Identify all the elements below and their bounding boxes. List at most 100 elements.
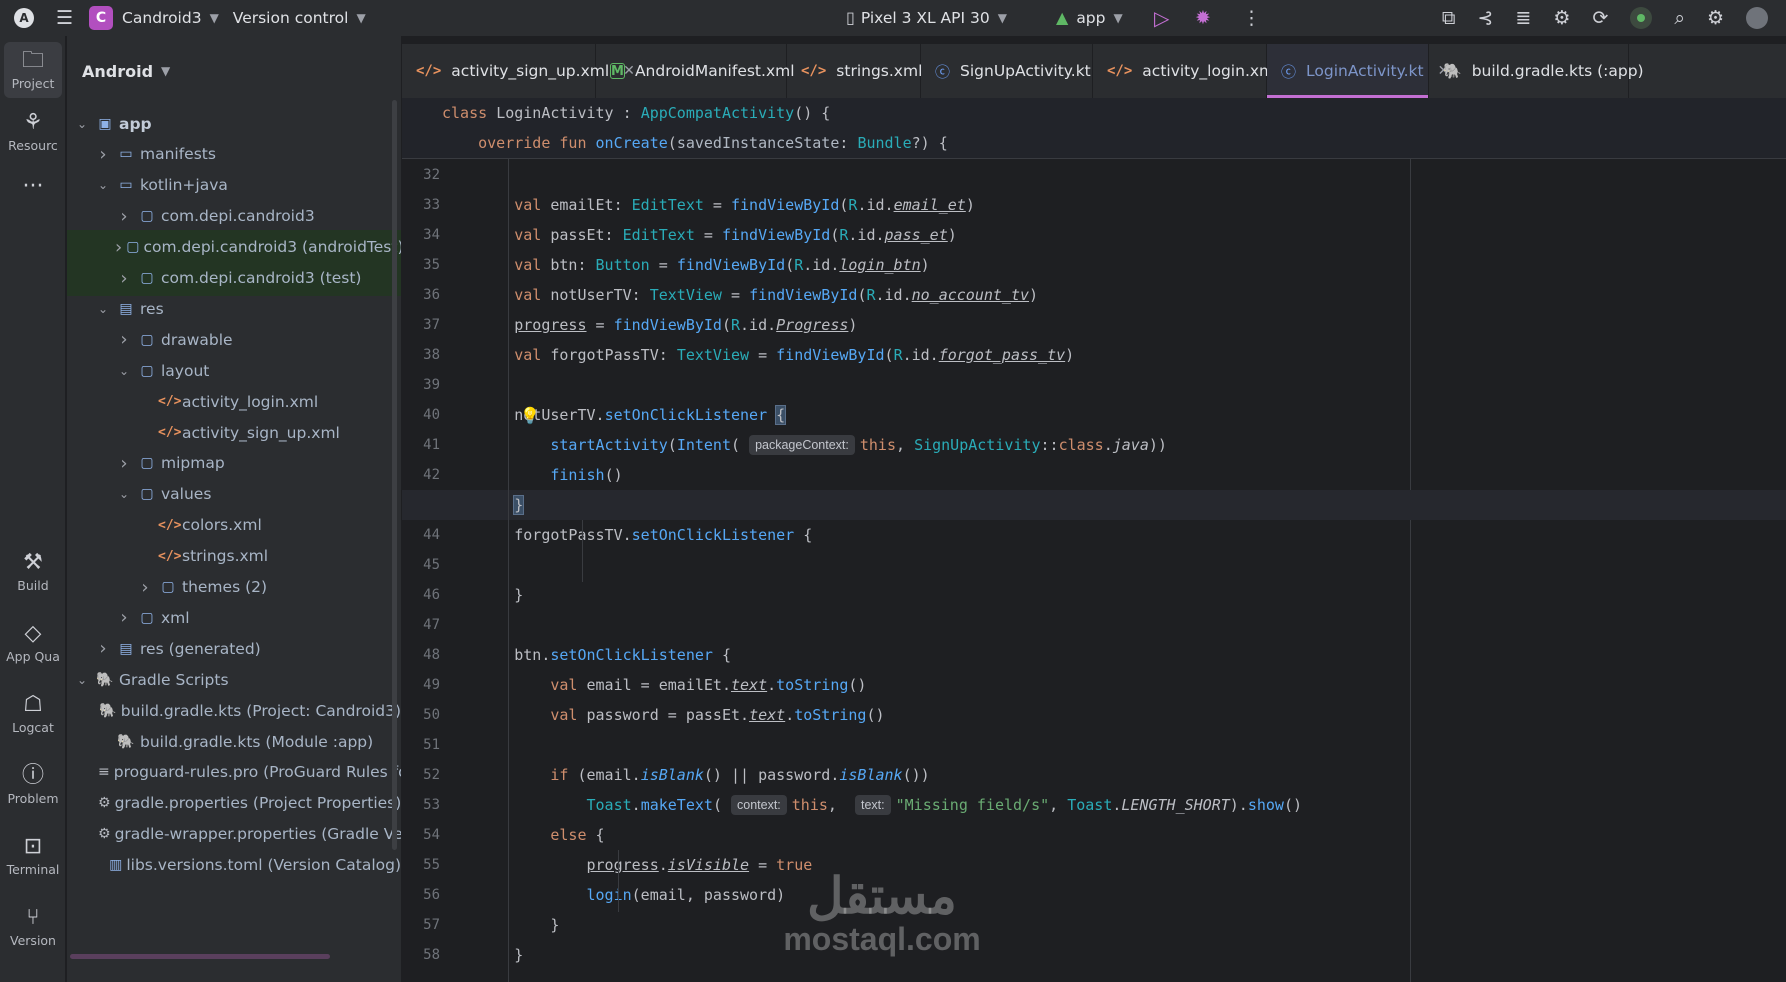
chevron-down-icon[interactable]: ⌄	[73, 117, 91, 131]
code-line[interactable]: btn.setOnClickListener {	[442, 640, 1786, 670]
code-line[interactable]: Toast.makeText( context: this, text: "Miss…	[442, 790, 1786, 820]
tree-item[interactable]: ⌄ ▢ layout	[67, 353, 401, 388]
tree-item[interactable]: </> activity_sign_up.xml	[67, 415, 401, 450]
code-line[interactable]: }	[442, 490, 1786, 520]
chevron-right-icon[interactable]: ›	[115, 329, 133, 350]
code-line[interactable]	[442, 610, 1786, 640]
code-line[interactable]: val notUserTV: TextView = findViewById(R…	[442, 280, 1786, 310]
chevron-right-icon[interactable]: ›	[94, 144, 112, 165]
code-line[interactable]	[442, 370, 1786, 400]
tree-item[interactable]: 🐘 build.gradle.kts (Project: Candroid3)	[67, 693, 401, 728]
tree-item[interactable]: › ▢ mipmap	[67, 446, 401, 481]
version-control-tool-button[interactable]: ⑂ Version	[0, 905, 66, 948]
tree-item[interactable]: ⌄ ▢ values	[67, 477, 401, 512]
code-line[interactable]: val emailEt: EditText = findViewById(R.i…	[442, 190, 1786, 220]
project-tool-button[interactable]: 🗀 Project	[4, 42, 62, 98]
search-icon[interactable]: ⌕	[1674, 8, 1685, 28]
run-button[interactable]: ▷	[1154, 0, 1169, 36]
code-line[interactable]	[442, 730, 1786, 760]
code-editor[interactable]: 1922323334353637383940414243444546474849…	[402, 98, 1786, 982]
tree-item[interactable]: </> colors.xml	[67, 508, 401, 543]
code-line[interactable]: }	[442, 910, 1786, 940]
code-line[interactable]: val password = passEt.text.toString()	[442, 700, 1786, 730]
tree-item[interactable]: ⌄ 🐘 Gradle Scripts	[67, 662, 401, 697]
code-line[interactable]: finish()	[442, 460, 1786, 490]
sticky-code-line[interactable]: override fun onCreate(savedInstanceState…	[442, 128, 1786, 158]
terminal-tool-button[interactable]: ⊡ Terminal	[0, 834, 66, 877]
tree-item[interactable]: ⚙gradle-wrapper.properties (Gradle Versi…	[67, 817, 401, 852]
tree-item[interactable]: ⌄ ▭ kotlin+java	[67, 168, 401, 203]
tree-item[interactable]: › ▢ com.depi.candroid3 (test)	[67, 260, 401, 296]
build-tool-button[interactable]: ⚒ Build	[0, 550, 66, 593]
tree-item[interactable]: › ▢ xml	[67, 600, 401, 635]
hamburger-menu-icon[interactable]: ☰	[56, 0, 73, 36]
project-horizontal-scrollbar[interactable]	[70, 954, 330, 959]
tree-item[interactable]: › ▤ res (generated)	[67, 631, 401, 666]
chevron-down-icon[interactable]: ⌄	[94, 302, 112, 316]
settings-icon[interactable]: ⚙	[1707, 8, 1724, 28]
tree-item[interactable]: ▥ libs.versions.toml (Version Catalog)	[67, 848, 401, 883]
version-control-menu[interactable]: Version control ▼	[233, 0, 366, 36]
editor-tab[interactable]: ⓒ SignUpActivity.kt	[921, 44, 1093, 98]
project-switcher[interactable]: C Candroid3 ▼	[89, 0, 219, 36]
tree-item[interactable]: ⌄ ▤ res	[67, 291, 401, 326]
tree-item[interactable]: ⌄ ▣ app	[67, 106, 401, 141]
more-tools-button[interactable]: ···	[0, 174, 66, 200]
code-line[interactable]: val btn: Button = findViewById(R.id.logi…	[442, 250, 1786, 280]
tree-item[interactable]: ≡proguard-rules.pro (ProGuard Rules for …	[67, 755, 401, 790]
resource-manager-tool-button[interactable]: ⚘ Resourc	[0, 110, 66, 153]
tree-item[interactable]: › ▢ drawable	[67, 322, 401, 357]
code-line[interactable]: val passEt: EditText = findViewById(R.id…	[442, 220, 1786, 250]
project-view-selector[interactable]: Android ▼	[67, 36, 401, 106]
editor-tab[interactable]: </> activity_login.xml	[1093, 44, 1278, 98]
android-studio-logo-icon[interactable]: A	[14, 0, 34, 36]
translate-icon[interactable]: ⊰	[1478, 8, 1494, 28]
chevron-right-icon[interactable]: ›	[136, 577, 154, 598]
device-mirroring-icon[interactable]: ⧉	[1442, 8, 1456, 28]
code-line[interactable]: login(email, password)	[442, 880, 1786, 910]
code-line[interactable]: progress.isVisible = true	[442, 850, 1786, 880]
device-selector[interactable]: ▯ Pixel 3 XL API 30 ▼	[846, 0, 1007, 36]
tree-item[interactable]: › ▢ com.depi.candroid3	[67, 199, 401, 234]
code-line[interactable]: if (email.isBlank() || password.isBlank(…	[442, 760, 1786, 790]
tree-item[interactable]: </> strings.xml	[67, 539, 401, 574]
code-line[interactable]: val email = emailEt.text.toString()	[442, 670, 1786, 700]
code-line[interactable]: forgotPassTV.setOnClickListener {	[442, 520, 1786, 550]
editor-tab[interactable]: </> strings.xml	[787, 44, 922, 98]
debug-button[interactable]: ✹	[1195, 0, 1211, 36]
code-line[interactable]: progress = findViewById(R.id.Progress)	[442, 310, 1786, 340]
chevron-down-icon[interactable]: ⌄	[115, 364, 133, 378]
project-vertical-scrollbar[interactable]	[392, 100, 397, 850]
tree-item[interactable]: ⚙ gradle.properties (Project Properties)	[67, 786, 401, 821]
chevron-right-icon[interactable]: ›	[115, 453, 133, 474]
more-actions-button[interactable]: ⋮	[1242, 0, 1261, 36]
chevron-right-icon[interactable]: ›	[94, 638, 112, 659]
sync-gradle-icon[interactable]: ⟳	[1592, 8, 1608, 28]
gemini-icon[interactable]	[1630, 7, 1653, 29]
chevron-right-icon[interactable]: ›	[115, 237, 122, 258]
problems-tool-button[interactable]: ⓘ Problem	[0, 763, 66, 806]
chevron-down-icon[interactable]: ⌄	[73, 673, 91, 687]
app-inspection-icon[interactable]: ⚙	[1553, 8, 1570, 28]
chevron-down-icon[interactable]: ⌄	[94, 178, 112, 192]
layout-inspector-icon[interactable]: ≣	[1515, 8, 1531, 28]
code-line[interactable]: }	[442, 940, 1786, 970]
app-quality-tool-button[interactable]: ◇ App Qua	[0, 621, 66, 664]
avatar-icon[interactable]	[1746, 7, 1768, 29]
tree-item[interactable]: </> activity_login.xml	[67, 384, 401, 419]
tree-item[interactable]: › ▢ com.depi.candroid3 (androidTest)	[67, 229, 401, 265]
code-line[interactable]	[442, 550, 1786, 580]
chevron-down-icon[interactable]: ⌄	[115, 487, 133, 501]
chevron-right-icon[interactable]: ›	[115, 607, 133, 628]
code-line[interactable]: notUserTV.setOnClickListener {	[442, 400, 1786, 430]
code-line[interactable]	[442, 160, 1786, 190]
editor-tab[interactable]: ⓒ LoginActivity.kt ✕	[1267, 44, 1449, 98]
lightbulb-icon[interactable]: 💡	[520, 406, 540, 425]
code-line[interactable]: else {	[442, 820, 1786, 850]
tree-item[interactable]: › ▢ themes (2)	[67, 570, 401, 605]
editor-tab[interactable]: 🐘 build.gradle.kts (:app)	[1429, 44, 1644, 98]
chevron-right-icon[interactable]: ›	[115, 206, 133, 227]
sticky-code-line[interactable]: class LoginActivity : AppCompatActivity(…	[442, 98, 1786, 128]
tree-item[interactable]: › ▭ manifests	[67, 137, 401, 172]
code-line[interactable]: val forgotPassTV: TextView = findViewByI…	[442, 340, 1786, 370]
